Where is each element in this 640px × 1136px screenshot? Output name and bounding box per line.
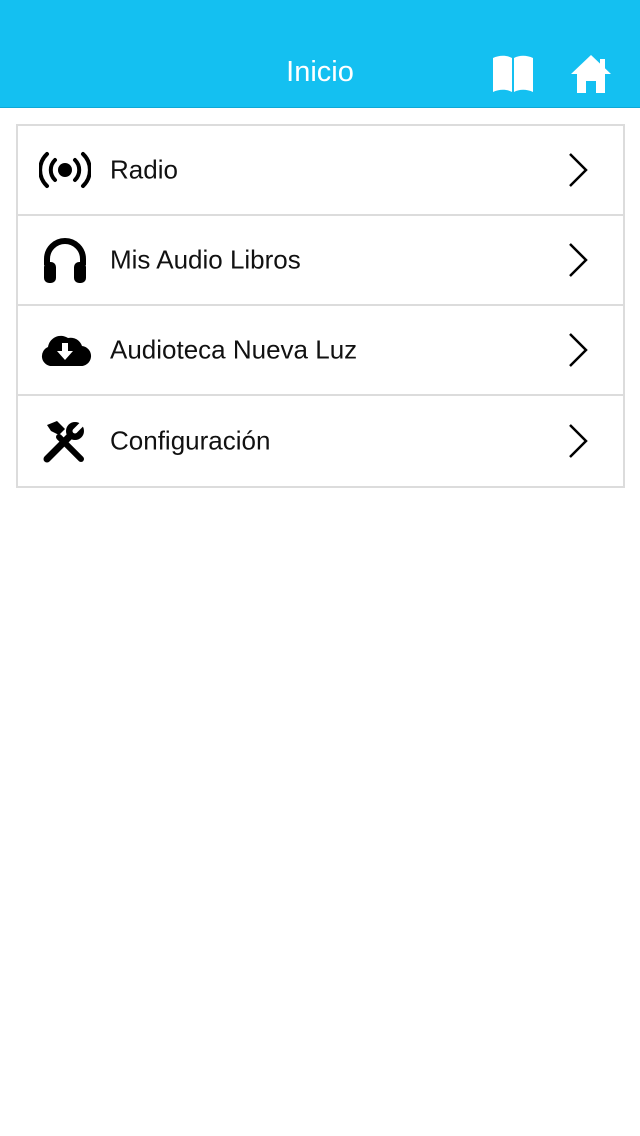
- book-button[interactable]: [490, 52, 536, 96]
- menu-item-radio[interactable]: Radio: [18, 126, 623, 216]
- chevron-right-icon: [569, 153, 588, 187]
- radio-broadcast-icon: [38, 143, 92, 197]
- navigation-bar: Inicio: [0, 0, 640, 108]
- menu-item-label: Configuración: [110, 425, 271, 456]
- page-title: Inicio: [286, 56, 354, 88]
- home-icon: [571, 55, 611, 93]
- menu-item-label: Mis Audio Libros: [110, 244, 301, 275]
- menu-item-audioteca-nueva-luz[interactable]: Audioteca Nueva Luz: [18, 306, 623, 396]
- chevron-right-icon: [569, 424, 588, 458]
- chevron-right-icon: [569, 333, 588, 367]
- menu-item-mis-audio-libros[interactable]: Mis Audio Libros: [18, 216, 623, 306]
- menu-item-label: Radio: [110, 154, 178, 185]
- tools-icon: [38, 414, 92, 468]
- main-menu: Radio Mis Audio Libros Audioteca Nueva L…: [16, 124, 625, 488]
- home-button[interactable]: [568, 52, 614, 96]
- menu-item-label: Audioteca Nueva Luz: [110, 334, 358, 365]
- headphones-icon: [38, 233, 92, 287]
- chevron-right-icon: [569, 243, 588, 277]
- cloud-download-icon: [38, 323, 92, 377]
- menu-item-configuracion[interactable]: Configuración: [18, 396, 623, 486]
- book-icon: [493, 55, 533, 92]
